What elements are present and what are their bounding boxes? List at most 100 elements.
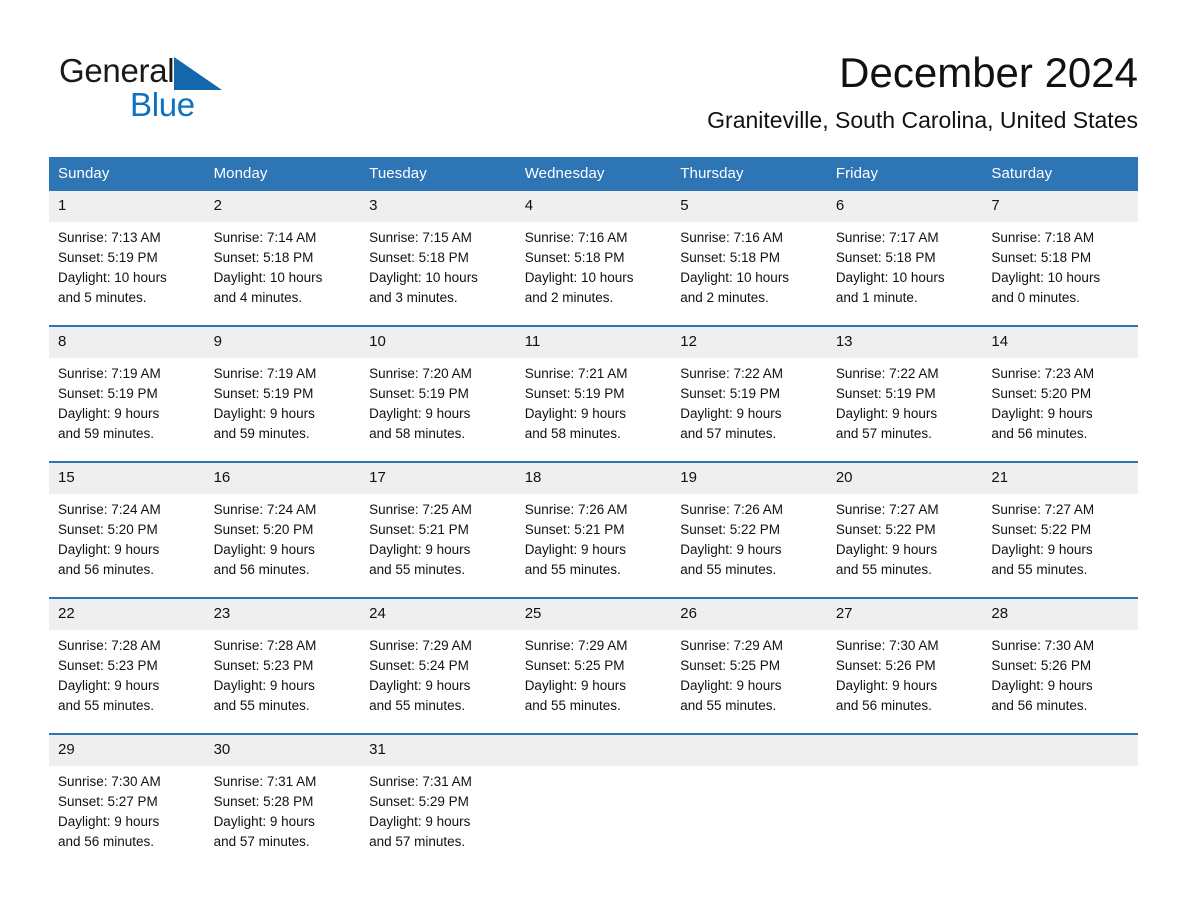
day-number [826,735,983,766]
day-cell[interactable]: 7 Sunrise: 7:18 AM Sunset: 5:18 PM Dayli… [982,191,1138,326]
sunrise-text: Sunrise: 7:13 AM [58,230,161,245]
day-number: 18 [515,463,672,494]
weekday-header-monday: Monday [204,157,361,191]
sunrise-text: Sunrise: 7:23 AM [991,366,1095,381]
sunset-text: Sunset: 5:18 PM [213,250,314,265]
sunset-text: Sunset: 5:25 PM [680,658,781,673]
daylight-text-line1: Daylight: 10 hours [524,270,634,285]
day-cell[interactable]: 17 Sunrise: 7:25 AM Sunset: 5:21 PM Dayl… [360,461,516,598]
day-cell[interactable]: 5 Sunrise: 7:16 AM Sunset: 5:18 PM Dayli… [671,191,827,326]
day-cell[interactable]: 20 Sunrise: 7:27 AM Sunset: 5:22 PM Dayl… [826,461,983,598]
day-cell[interactable]: 4 Sunrise: 7:16 AM Sunset: 5:18 PM Dayli… [515,191,672,326]
day-number [982,735,1138,766]
day-details: Sunrise: 7:29 AM Sunset: 5:25 PM Dayligh… [516,630,672,733]
day-cell-empty [982,733,1138,869]
day-cell[interactable]: 30 Sunrise: 7:31 AM Sunset: 5:28 PM Dayl… [204,733,361,869]
day-cell[interactable]: 16 Sunrise: 7:24 AM Sunset: 5:20 PM Dayl… [204,461,361,598]
sunrise-text: Sunrise: 7:30 AM [58,774,161,789]
daylight-text-line1: Daylight: 9 hours [369,678,471,693]
day-number: 29 [49,735,205,766]
sunrise-text: Sunrise: 7:18 AM [991,230,1095,245]
title-block: December 2024 Graniteville, South Caroli… [707,48,1138,135]
sunset-text: Sunset: 5:20 PM [991,386,1092,401]
daylight-text-line2: and 3 minutes. [369,290,458,305]
daylight-text-line1: Daylight: 10 hours [58,270,167,285]
daylight-text-line2: and 56 minutes. [991,698,1088,713]
day-cell[interactable]: 12 Sunrise: 7:22 AM Sunset: 5:19 PM Dayl… [671,325,827,462]
daylight-text-line2: and 55 minutes. [369,698,466,713]
day-number: 16 [204,463,361,494]
calendar-page: General Blue December 2024 Graniteville,… [0,0,1188,918]
day-number: 9 [204,327,361,358]
day-cell[interactable]: 8 Sunrise: 7:19 AM Sunset: 5:19 PM Dayli… [49,325,205,462]
day-cell[interactable]: 23 Sunrise: 7:28 AM Sunset: 5:23 PM Dayl… [204,597,361,734]
day-cell[interactable]: 10 Sunrise: 7:20 AM Sunset: 5:19 PM Dayl… [360,325,516,462]
day-cell[interactable]: 22 Sunrise: 7:28 AM Sunset: 5:23 PM Dayl… [49,597,205,734]
day-number: 13 [826,327,983,358]
daylight-text-line2: and 55 minutes. [680,562,777,577]
day-cell[interactable]: 29 Sunrise: 7:30 AM Sunset: 5:27 PM Dayl… [49,733,205,869]
daylight-text-line1: Daylight: 9 hours [835,542,938,557]
day-number: 8 [49,327,205,358]
day-details [982,766,1138,789]
sunrise-text: Sunrise: 7:15 AM [369,230,472,245]
logo-general-text: General [59,52,175,89]
day-cell[interactable]: 6 Sunrise: 7:17 AM Sunset: 5:18 PM Dayli… [826,191,983,326]
day-details: Sunrise: 7:29 AM Sunset: 5:24 PM Dayligh… [360,630,516,733]
sunset-text: Sunset: 5:22 PM [680,522,781,537]
day-cell[interactable]: 19 Sunrise: 7:26 AM Sunset: 5:22 PM Dayl… [671,461,827,598]
daylight-text-line1: Daylight: 9 hours [680,678,782,693]
daylight-text-line2: and 2 minutes. [524,290,614,305]
day-cell[interactable]: 13 Sunrise: 7:22 AM Sunset: 5:19 PM Dayl… [826,325,983,462]
day-cell[interactable]: 24 Sunrise: 7:29 AM Sunset: 5:24 PM Dayl… [360,597,516,734]
weekday-header-thursday: Thursday [671,157,827,191]
daylight-text-line2: and 55 minutes. [835,562,932,577]
day-number: 5 [671,191,827,222]
daylight-text-line1: Daylight: 9 hours [213,678,315,693]
weekday-header-sunday: Sunday [49,157,205,191]
day-cell-empty [515,733,672,869]
day-cell[interactable]: 15 Sunrise: 7:24 AM Sunset: 5:20 PM Dayl… [49,461,205,598]
sunrise-text: Sunrise: 7:16 AM [680,230,784,245]
day-cell[interactable]: 21 Sunrise: 7:27 AM Sunset: 5:22 PM Dayl… [982,461,1138,598]
day-number: 25 [515,599,672,630]
day-cell[interactable]: 18 Sunrise: 7:26 AM Sunset: 5:21 PM Dayl… [515,461,672,598]
daylight-text-line1: Daylight: 9 hours [524,542,626,557]
calendar-table: Sunday Monday Tuesday Wednesday Thursday… [49,157,1138,869]
daylight-text-line2: and 56 minutes. [58,834,155,849]
page-header: General Blue December 2024 Graniteville,… [0,0,1188,133]
day-cell[interactable]: 27 Sunrise: 7:30 AM Sunset: 5:26 PM Dayl… [826,597,983,734]
day-details [827,766,983,789]
day-details: Sunrise: 7:28 AM Sunset: 5:23 PM Dayligh… [49,630,205,733]
sunset-text: Sunset: 5:18 PM [835,250,936,265]
sunset-text: Sunset: 5:22 PM [991,522,1092,537]
daylight-text-line1: Daylight: 10 hours [680,270,790,285]
calendar-body: 1 Sunrise: 7:13 AM Sunset: 5:19 PM Dayli… [49,191,1138,869]
day-cell[interactable]: 9 Sunrise: 7:19 AM Sunset: 5:19 PM Dayli… [204,325,361,462]
day-details: Sunrise: 7:16 AM Sunset: 5:18 PM Dayligh… [671,222,827,325]
sunrise-text: Sunrise: 7:22 AM [835,366,939,381]
day-details: Sunrise: 7:22 AM Sunset: 5:19 PM Dayligh… [827,358,983,461]
general-blue-logo: General Blue [59,52,259,123]
day-cell[interactable]: 28 Sunrise: 7:30 AM Sunset: 5:26 PM Dayl… [982,597,1138,734]
day-cell[interactable]: 26 Sunrise: 7:29 AM Sunset: 5:25 PM Dayl… [671,597,827,734]
daylight-text-line2: and 1 minute. [835,290,918,305]
day-cell[interactable]: 25 Sunrise: 7:29 AM Sunset: 5:25 PM Dayl… [515,597,672,734]
weekday-header-friday: Friday [826,157,983,191]
day-cell[interactable]: 11 Sunrise: 7:21 AM Sunset: 5:19 PM Dayl… [515,325,672,462]
daylight-text-line1: Daylight: 9 hours [369,406,471,421]
day-cell[interactable]: 14 Sunrise: 7:23 AM Sunset: 5:20 PM Dayl… [982,325,1138,462]
day-cell[interactable]: 1 Sunrise: 7:13 AM Sunset: 5:19 PM Dayli… [49,191,205,326]
day-cell[interactable]: 3 Sunrise: 7:15 AM Sunset: 5:18 PM Dayli… [360,191,516,326]
daylight-text-line1: Daylight: 9 hours [991,542,1093,557]
sunrise-text: Sunrise: 7:14 AM [213,230,317,245]
daylight-text-line1: Daylight: 9 hours [680,406,782,421]
day-details: Sunrise: 7:20 AM Sunset: 5:19 PM Dayligh… [360,358,516,461]
sunrise-text: Sunrise: 7:19 AM [213,366,317,381]
daylight-text-line1: Daylight: 9 hours [369,814,471,829]
day-cell[interactable]: 2 Sunrise: 7:14 AM Sunset: 5:18 PM Dayli… [204,191,361,326]
day-cell[interactable]: 31 Sunrise: 7:31 AM Sunset: 5:29 PM Dayl… [360,733,516,869]
sunset-text: Sunset: 5:19 PM [213,386,314,401]
day-number: 21 [982,463,1138,494]
daylight-text-line2: and 55 minutes. [369,562,466,577]
